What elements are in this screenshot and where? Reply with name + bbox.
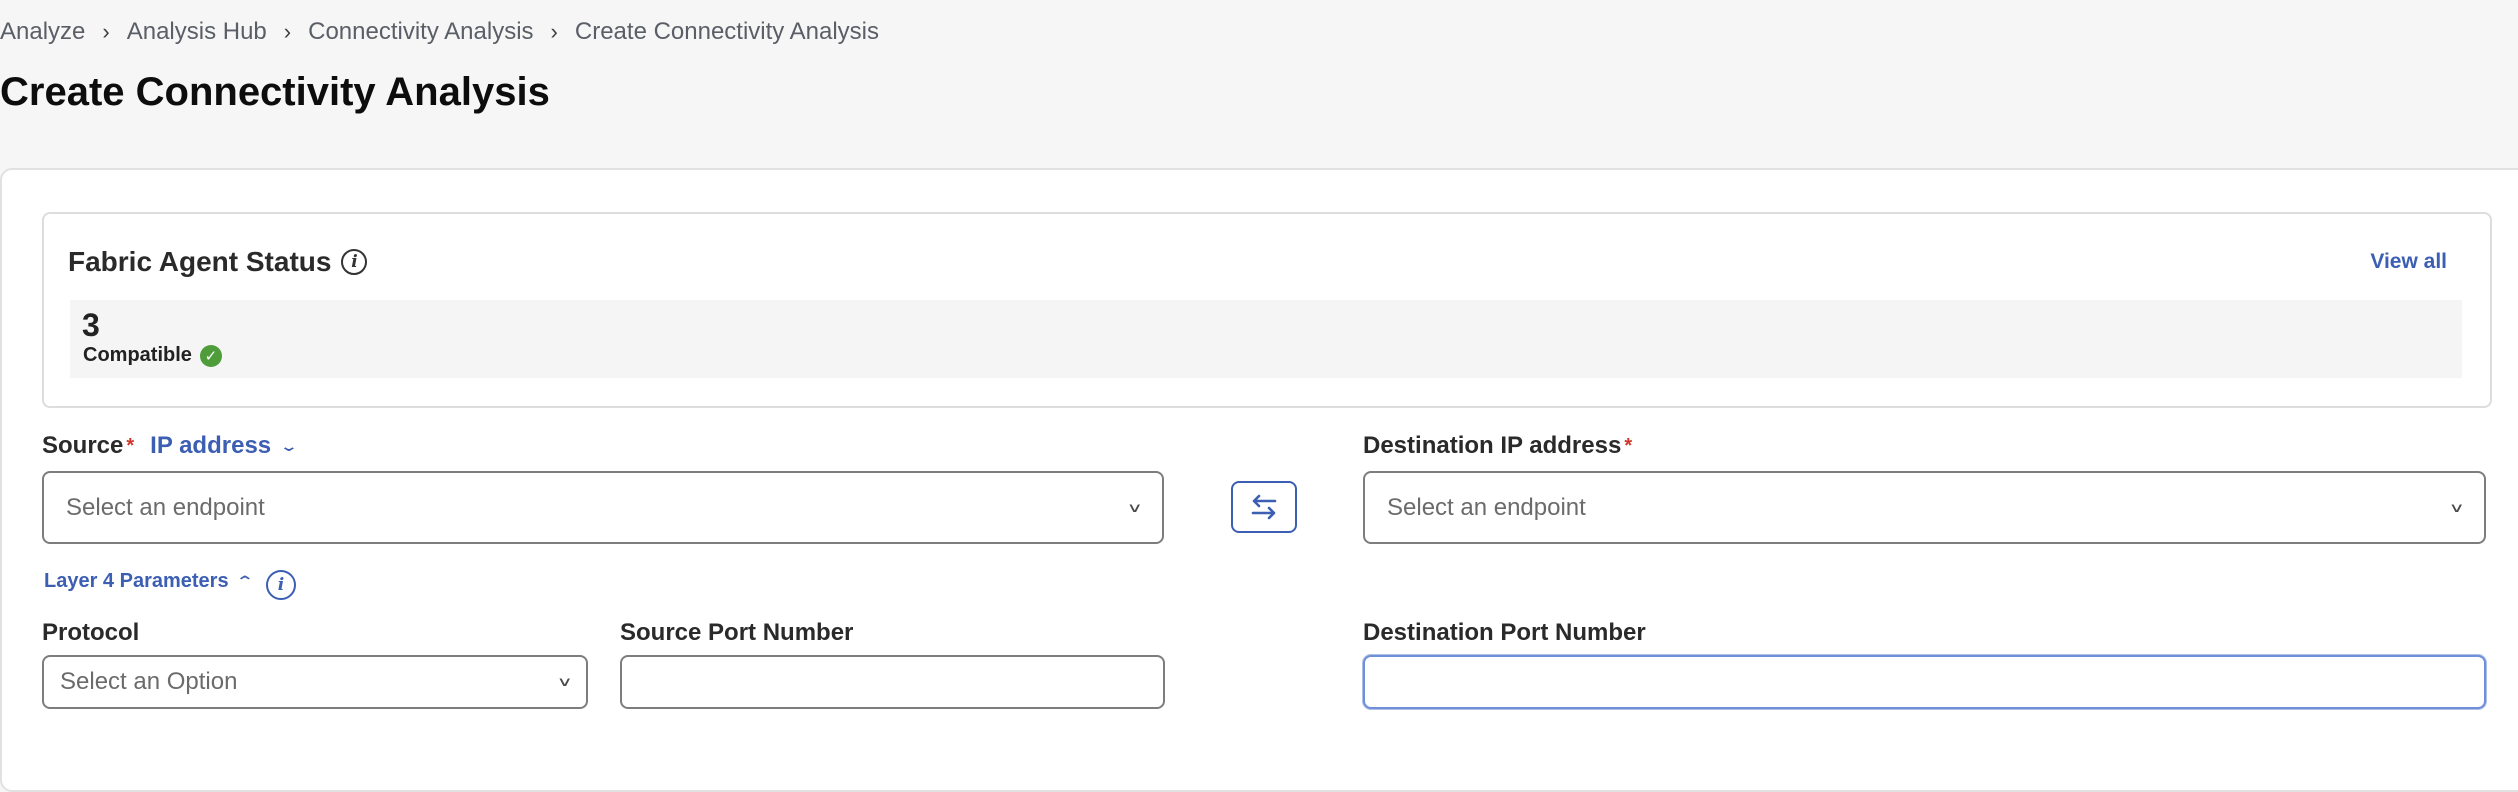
breadcrumb-analyze[interactable]: Analyze <box>0 18 85 46</box>
destination-port-label: Destination Port Number <box>1363 619 1646 646</box>
destination-label: Destination IP address <box>1363 432 1622 459</box>
source-label-row: Source * IP address ⌄ <box>42 432 298 460</box>
chevron-down-icon: ∨ <box>1127 499 1144 515</box>
breadcrumb-connectivity-analysis[interactable]: Connectivity Analysis <box>308 18 533 46</box>
chevron-right-icon: › <box>550 19 558 44</box>
protocol-select[interactable]: Select an Option ∨ <box>42 655 588 709</box>
source-endpoint-placeholder: Select an endpoint <box>66 493 265 521</box>
fabric-agent-status-heading: Fabric Agent Status i <box>68 246 368 278</box>
chevron-up-icon: ⌃ <box>235 573 254 589</box>
source-label: Source <box>42 432 124 459</box>
chevron-right-icon: › <box>283 19 292 44</box>
breadcrumb-analysis-hub[interactable]: Analysis Hub <box>127 18 267 46</box>
compatible-count: 3 <box>82 307 100 343</box>
compatible-label-row: Compatible ✓ <box>83 344 222 367</box>
source-port-label: Source Port Number <box>620 619 854 646</box>
destination-label-row: Destination IP address * <box>1363 432 1632 460</box>
chevron-down-icon: ∨ <box>2449 499 2466 515</box>
fabric-agent-status-title: Fabric Agent Status <box>68 246 332 277</box>
breadcrumb: Analyze › Analysis Hub › Connectivity An… <box>0 18 879 46</box>
protocol-placeholder: Select an Option <box>60 668 238 695</box>
source-endpoint-select[interactable]: Select an endpoint ∨ <box>42 471 1164 544</box>
required-marker: * <box>1624 434 1633 457</box>
protocol-label: Protocol <box>42 619 140 646</box>
source-port-input[interactable] <box>620 655 1165 709</box>
compatible-label: Compatible <box>83 344 192 366</box>
agent-stats-box <box>70 300 2462 378</box>
check-circle-icon: ✓ <box>199 344 222 367</box>
layer4-parameters-label: Layer 4 Parameters <box>44 570 229 592</box>
chevron-down-icon: ⌄ <box>279 437 299 454</box>
info-icon[interactable]: i <box>266 570 296 600</box>
chevron-down-icon: ∨ <box>557 674 574 689</box>
swap-arrows-icon <box>1251 494 1277 520</box>
destination-port-input[interactable] <box>1363 655 2486 709</box>
source-type-dropdown[interactable]: IP address ⌄ <box>150 432 298 460</box>
destination-endpoint-placeholder: Select an endpoint <box>1387 493 1586 521</box>
swap-button[interactable] <box>1231 481 1297 533</box>
destination-endpoint-select[interactable]: Select an endpoint ∨ <box>1363 471 2486 544</box>
breadcrumb-current: Create Connectivity Analysis <box>574 18 880 45</box>
source-type-label: IP address <box>150 432 272 459</box>
page-title: Create Connectivity Analysis <box>0 70 550 114</box>
view-all-link[interactable]: View all <box>2370 250 2447 274</box>
layer4-parameters-toggle[interactable]: Layer 4 Parameters ⌃ <box>44 570 254 593</box>
required-marker: * <box>126 434 135 457</box>
info-icon[interactable]: i <box>341 249 368 275</box>
chevron-right-icon: › <box>102 19 110 44</box>
